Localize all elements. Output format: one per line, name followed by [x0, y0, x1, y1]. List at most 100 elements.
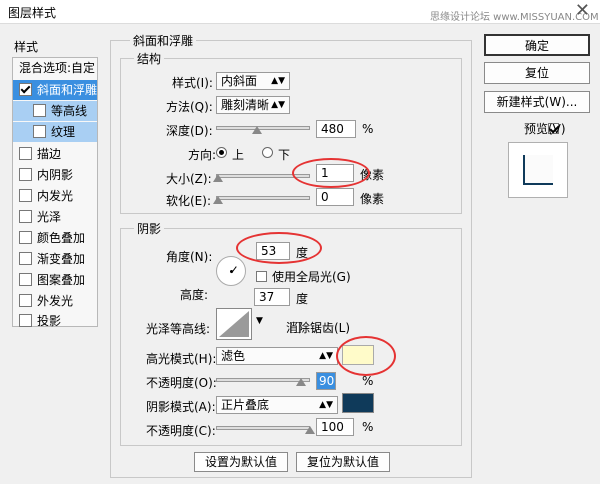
altitude-label: 高度:	[180, 288, 209, 302]
sidebar-item-label: 颜色叠加	[37, 231, 86, 245]
sidebar-item-inner-glow[interactable]: 内发光	[13, 186, 97, 206]
gloss-contour-preview-icon	[219, 311, 249, 337]
gloss-contour-label: 光泽等高线:	[146, 322, 211, 336]
window-title: 图层样式	[8, 6, 57, 20]
bevel-checkbox[interactable]	[19, 83, 32, 96]
angle-label: 角度(N):	[166, 250, 213, 264]
sidebar-item-gradient-overlay[interactable]: 渐变叠加	[13, 249, 97, 269]
direction-down-radio[interactable]	[262, 147, 273, 158]
close-icon[interactable]: ✕	[575, 0, 590, 22]
size-label: 大小(Z):	[166, 172, 212, 186]
soften-slider-thumb[interactable]	[213, 196, 223, 204]
satin-checkbox[interactable]	[19, 210, 32, 223]
highlight-mode-dropdown[interactable]: 滤色 ▲▼	[216, 347, 338, 365]
make-default-button[interactable]: 设置为默认值	[194, 452, 288, 472]
watermark-text: 思缘设计论坛 www.MISSYUAN.COM	[430, 12, 599, 23]
soften-input[interactable]: 0	[316, 188, 354, 206]
sidebar-item-label: 纹理	[51, 125, 76, 139]
angle-dial[interactable]	[216, 256, 246, 286]
depth-label: 深度(D):	[166, 124, 213, 138]
shadow-opacity-slider-thumb[interactable]	[305, 426, 315, 434]
highlight-opacity-input[interactable]: 90	[316, 372, 336, 390]
annotation-circle	[236, 232, 322, 264]
styles-header: 样式	[14, 40, 39, 54]
sidebar-item-contour[interactable]: 等高线	[13, 101, 97, 121]
sidebar-item-inner-shadow[interactable]: 内阴影	[13, 165, 97, 185]
highlight-mode-value: 滤色	[221, 349, 246, 363]
size-slider-thumb[interactable]	[213, 174, 223, 182]
technique-value: 雕刻清晰	[221, 98, 270, 112]
soften-unit: 像素	[360, 192, 385, 206]
shadow-mode-label: 阴影模式(A):	[146, 400, 216, 414]
soften-slider[interactable]	[216, 196, 310, 200]
highlight-opacity-label: 不透明度(O):	[146, 376, 217, 390]
dropdown-arrow-icon: ▲▼	[319, 400, 333, 410]
shadow-mode-dropdown[interactable]: 正片叠底 ▲▼	[216, 396, 338, 414]
inner-glow-checkbox[interactable]	[19, 189, 32, 202]
depth-slider-thumb[interactable]	[252, 126, 262, 134]
style-value: 内斜面	[221, 74, 258, 88]
sidebar-item-label: 光泽	[37, 210, 62, 224]
antialias-label: 消除锯齿(L)	[286, 321, 351, 335]
global-light-checkbox[interactable]	[256, 271, 267, 282]
gradient-overlay-checkbox[interactable]	[19, 252, 32, 265]
sidebar-item-color-overlay[interactable]: 颜色叠加	[13, 228, 97, 248]
sidebar-item-bevel[interactable]: 斜面和浮雕	[13, 80, 97, 100]
bevel-group-title: 斜面和浮雕	[130, 32, 197, 49]
ok-button[interactable]: 确定	[484, 34, 590, 56]
shadow-mode-value: 正片叠底	[221, 398, 270, 412]
reset-button[interactable]: 复位	[484, 62, 590, 84]
gloss-contour-arrow-icon[interactable]: ▼	[256, 316, 263, 326]
structure-title: 结构	[134, 50, 165, 67]
highlight-opacity-unit: %	[362, 374, 374, 388]
outer-glow-checkbox[interactable]	[19, 294, 32, 307]
direction-up-label: 上	[232, 148, 245, 162]
preview-label: 预览(V)	[524, 122, 566, 136]
sidebar-item-outer-glow[interactable]: 外发光	[13, 291, 97, 311]
highlight-mode-label: 高光模式(H):	[146, 352, 217, 366]
sidebar-item-label: 投影	[37, 314, 62, 328]
style-dropdown[interactable]: 内斜面 ▲▼	[216, 72, 290, 90]
depth-input[interactable]: 480	[316, 120, 356, 138]
stroke-checkbox[interactable]	[19, 147, 32, 160]
drop-shadow-checkbox[interactable]	[19, 314, 32, 327]
shadow-opacity-label: 不透明度(C):	[146, 424, 216, 438]
direction-up-radio[interactable]	[216, 147, 227, 158]
soften-label: 软化(E):	[166, 194, 211, 208]
dropdown-arrow-icon: ▲▼	[271, 100, 285, 110]
new-style-button[interactable]: 新建样式(W)...	[484, 91, 590, 113]
sidebar-item-label: 图案叠加	[37, 273, 86, 287]
dropdown-arrow-icon: ▲▼	[271, 76, 285, 86]
annotation-circle	[336, 336, 396, 376]
sidebar-item-drop-shadow[interactable]: 投影	[13, 311, 97, 331]
shadow-opacity-input[interactable]: 100	[316, 418, 354, 436]
gloss-contour-swatch[interactable]	[216, 308, 252, 340]
depth-slider[interactable]	[216, 126, 310, 130]
color-overlay-checkbox[interactable]	[19, 231, 32, 244]
inner-shadow-checkbox[interactable]	[19, 168, 32, 181]
preview-shape	[523, 155, 553, 185]
altitude-unit: 度	[296, 292, 309, 306]
technique-dropdown[interactable]: 雕刻清晰 ▲▼	[216, 96, 290, 114]
dropdown-arrow-icon: ▲▼	[319, 351, 333, 361]
sidebar-item-texture[interactable]: 纹理	[13, 122, 97, 142]
contour-checkbox[interactable]	[33, 104, 46, 117]
altitude-input[interactable]: 37	[254, 288, 290, 306]
technique-label: 方法(Q):	[166, 100, 213, 114]
shadow-color-swatch[interactable]	[342, 393, 374, 413]
preview-thumbnail	[508, 142, 568, 198]
blend-options-item[interactable]: 混合选项:自定	[13, 58, 97, 78]
angle-dial-center	[230, 270, 233, 273]
sidebar-item-label: 外发光	[37, 294, 74, 308]
sidebar-item-stroke[interactable]: 描边	[13, 144, 97, 164]
pattern-overlay-checkbox[interactable]	[19, 273, 32, 286]
sidebar-item-pattern-overlay[interactable]: 图案叠加	[13, 270, 97, 290]
reset-default-button[interactable]: 复位为默认值	[296, 452, 390, 472]
shadow-opacity-unit: %	[362, 420, 374, 434]
sidebar-item-label: 等高线	[51, 104, 88, 118]
annotation-circle	[292, 158, 370, 188]
sidebar-item-satin[interactable]: 光泽	[13, 207, 97, 227]
texture-checkbox[interactable]	[33, 125, 46, 138]
highlight-opacity-slider-thumb[interactable]	[296, 378, 306, 386]
shadow-opacity-slider[interactable]	[216, 426, 310, 430]
